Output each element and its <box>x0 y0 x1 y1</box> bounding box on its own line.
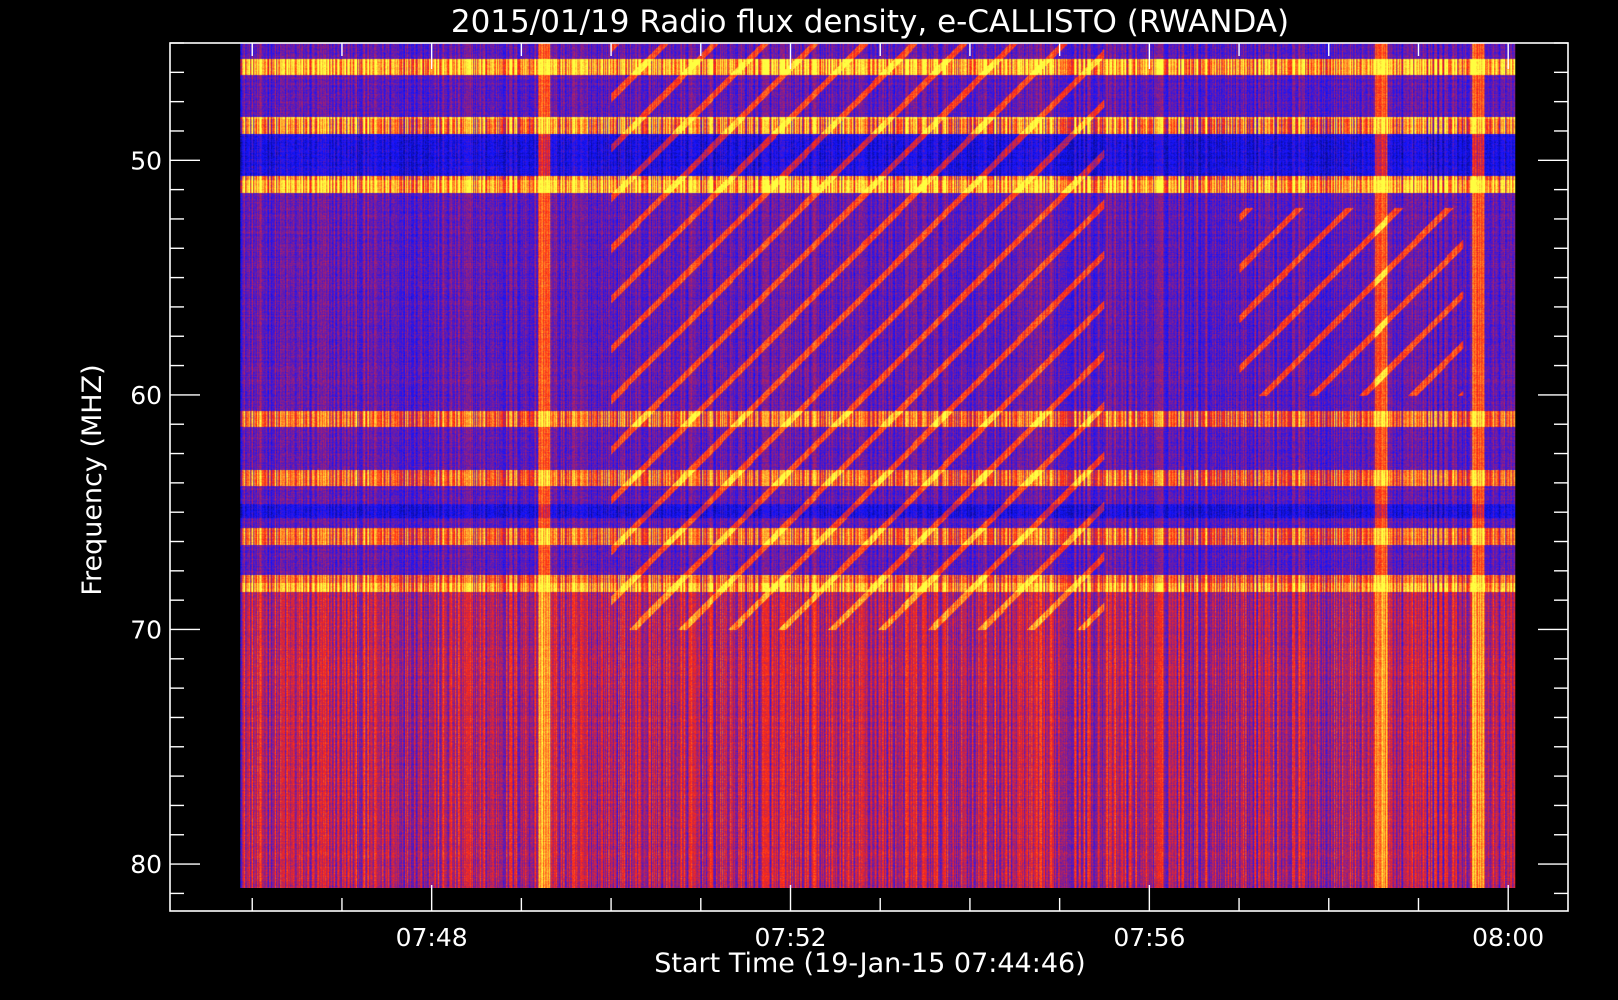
spectrogram-heatmap <box>240 43 1516 888</box>
y-tick-label: 60 <box>130 381 162 410</box>
x-axis-label: Start Time (19-Jan-15 07:44:46) <box>654 948 1085 979</box>
y-tick-label: 70 <box>130 615 162 644</box>
y-tick-label: 50 <box>130 146 162 175</box>
x-tick-label: 07:48 <box>396 923 468 952</box>
x-tick-label: 08:00 <box>1472 923 1544 952</box>
plot-area <box>240 43 1516 888</box>
y-axis-label: Frequency (MHZ) <box>77 364 108 595</box>
y-tick-label: 80 <box>130 850 162 879</box>
chart-title: 2015/01/19 Radio flux density, e-CALLIST… <box>451 4 1289 40</box>
x-tick-label: 07:56 <box>1113 923 1185 952</box>
spectrogram-chart: 2015/01/19 Radio flux density, e-CALLIST… <box>0 0 1618 1000</box>
